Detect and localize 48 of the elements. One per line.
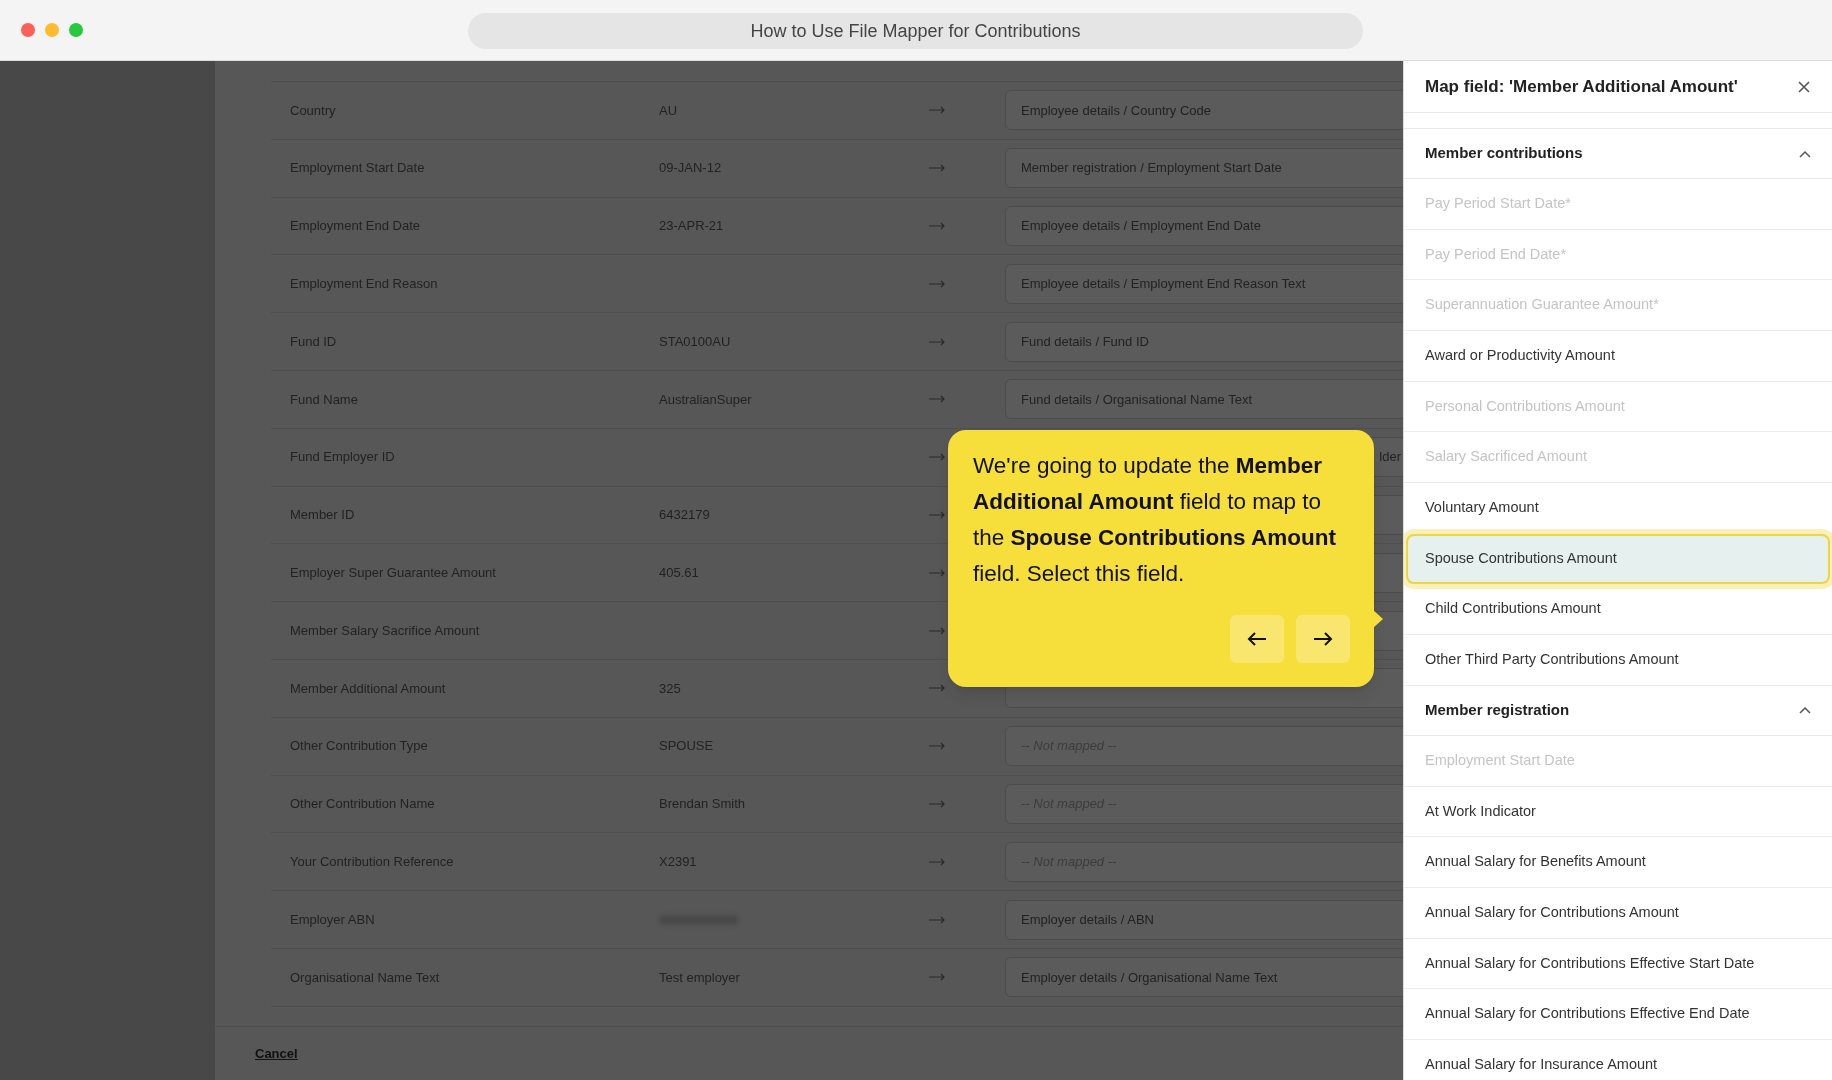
arrow-icon bbox=[929, 164, 945, 173]
window-title: How to Use File Mapper for Contributions bbox=[468, 13, 1363, 49]
mapping-select[interactable]: Employee details / Employment End Date bbox=[1005, 206, 1403, 246]
next-button[interactable] bbox=[1296, 615, 1350, 663]
mapping-select[interactable]: Member registration / Employment Start Date bbox=[1005, 148, 1403, 189]
field-option[interactable]: Child Contributions Amount bbox=[1404, 584, 1832, 635]
arrow-icon bbox=[929, 337, 945, 346]
field-option[interactable]: Award or Productivity Amount bbox=[1404, 331, 1832, 381]
arrow-icon bbox=[929, 915, 945, 924]
arrow-icon bbox=[929, 626, 945, 635]
mapping-select[interactable]: Employer details / ABN bbox=[1005, 899, 1403, 940]
field-option[interactable]: At Work Indicator bbox=[1404, 786, 1832, 837]
arrow-left-icon bbox=[1247, 631, 1267, 647]
arrow-icon bbox=[929, 279, 945, 288]
field-option[interactable]: Annual Salary for Benefits Amount bbox=[1404, 837, 1832, 887]
close-icon[interactable] bbox=[1797, 79, 1811, 94]
arrow-icon bbox=[929, 857, 945, 866]
field-option[interactable]: Other Third Party Contributions Amount bbox=[1404, 635, 1832, 685]
mapping-select[interactable]: Employee details / Country Code bbox=[1005, 90, 1403, 131]
field-option[interactable]: Voluntary Amount bbox=[1404, 483, 1832, 533]
arrow-icon bbox=[929, 568, 945, 577]
previous-button[interactable] bbox=[1230, 615, 1284, 663]
mapping-select[interactable]: Employee details / Employment End Reason Text bbox=[1005, 263, 1403, 304]
mapping-select[interactable]: Fund details / Organisational Name Text bbox=[1005, 379, 1403, 420]
close-window-icon[interactable] bbox=[21, 23, 35, 37]
mapping-select[interactable]: Fund details / Fund ID bbox=[1005, 321, 1403, 362]
field-option[interactable]: Annual Salary for Insurance Amount bbox=[1404, 1040, 1832, 1080]
arrow-right-icon bbox=[1313, 631, 1333, 647]
field-option[interactable]: Annual Salary for Contributions Effective End Date bbox=[1404, 989, 1832, 1039]
arrow-icon bbox=[929, 684, 945, 693]
section-header[interactable]: Member contributions bbox=[1404, 129, 1832, 179]
field-option[interactable]: Annual Salary for Contributions Amount bbox=[1404, 887, 1832, 938]
arrow-icon bbox=[929, 106, 945, 115]
tooltip-text: We're going to update the Member Additional Amount field to map to the Spouse Contributions Amount field. Select this field. bbox=[973, 452, 1337, 588]
arrow-icon bbox=[929, 973, 945, 982]
chevron-icon bbox=[1799, 149, 1811, 158]
arrow-icon bbox=[929, 222, 945, 230]
panel-title: Map field: 'Member Additional Amount' bbox=[1425, 75, 1738, 98]
field-option[interactable]: Annual Salary for Contributions Effective Start Date bbox=[1404, 938, 1832, 989]
mapping-select[interactable]: Employer details / Organisational Name Text bbox=[1005, 957, 1403, 998]
arrow-icon bbox=[929, 510, 945, 519]
arrow-icon bbox=[929, 453, 945, 462]
arrow-icon bbox=[929, 799, 945, 808]
arrow-icon bbox=[929, 395, 945, 404]
arrow-icon bbox=[929, 742, 945, 751]
chevron-icon bbox=[1799, 706, 1811, 715]
section-header[interactable]: Member registration bbox=[1404, 685, 1832, 736]
cancel-link[interactable]: Cancel bbox=[255, 1043, 298, 1064]
